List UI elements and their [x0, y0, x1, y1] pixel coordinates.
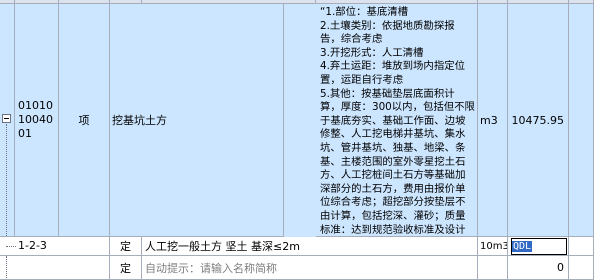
- item-unit: m3: [480, 113, 498, 127]
- code-cell[interactable]: [0, 256, 110, 280]
- quantity-cell[interactable]: 0: [508, 256, 569, 280]
- tree-connector-line: [6, 256, 7, 279]
- entry-type: 定: [120, 261, 131, 275]
- name-cell[interactable]: 挖基坑土方: [110, 4, 284, 237]
- tree-gutter: [0, 4, 15, 237]
- description-cell[interactable]: “1.部位：基底清槽 2.土壤类别：依据地质勘探报告，综合考虑 3.开挖形式：人…: [316, 4, 478, 237]
- item-name: 挖基坑土方: [112, 114, 167, 127]
- unit-cell[interactable]: [478, 256, 508, 280]
- unit-cell[interactable]: 10m3: [478, 237, 508, 256]
- tree-connector-line: [6, 246, 16, 247]
- table-row-quota[interactable]: 1-2-3 定 人工挖一般土方 坚土 基深≤2m 10m3 QDL: [0, 237, 594, 256]
- entry-quantity: 0: [557, 261, 564, 274]
- quota-name: 人工挖一般土方 坚土 基深≤2m: [145, 240, 300, 253]
- type-cell[interactable]: 定: [110, 237, 142, 256]
- item-code: 010101004001: [18, 99, 53, 140]
- code-cell[interactable]: 1-2-3: [0, 237, 110, 256]
- unit-cell[interactable]: m3: [478, 4, 508, 237]
- extra-cell: [569, 4, 594, 237]
- quota-unit: 10m3: [480, 240, 508, 252]
- extra-cell: [569, 237, 594, 256]
- table-row-bill-item[interactable]: 010101004001 项 挖基坑土方 “1.部位：基底清槽 2.土壤类别：依…: [0, 4, 594, 237]
- name-cell[interactable]: 自动提示：请输入名称简称: [142, 256, 478, 280]
- quantity-cell[interactable]: 10475.95: [508, 4, 569, 237]
- table-row-new-entry[interactable]: 定 自动提示：请输入名称简称 0: [0, 256, 594, 280]
- item-quantity: 10475.95: [511, 113, 565, 127]
- item-type: 项: [78, 114, 90, 127]
- quantity-cell[interactable]: QDL: [508, 237, 569, 256]
- name-cell[interactable]: 人工挖一般土方 坚土 基深≤2m: [142, 237, 478, 256]
- minus-box-icon[interactable]: [2, 114, 11, 123]
- bill-grid: 010101004001 项 挖基坑土方 “1.部位：基底清槽 2.土壤类别：依…: [0, 0, 594, 280]
- quantity-input[interactable]: QDL: [511, 238, 567, 255]
- item-description: “1.部位：基底清槽 2.土壤类别：依据地质勘探报告，综合考虑 3.开挖形式：人…: [320, 6, 475, 236]
- quota-type: 定: [120, 240, 131, 253]
- type-cell[interactable]: 定: [110, 256, 142, 280]
- extra-cell: [569, 256, 594, 280]
- name-hint: 自动提示：请输入名称简称: [145, 261, 277, 275]
- code-cell[interactable]: 010101004001: [15, 4, 59, 237]
- tree-connector-line: [6, 124, 7, 236]
- type-cell[interactable]: 项: [59, 4, 110, 237]
- quantity-input-selected-text: QDL: [512, 241, 533, 252]
